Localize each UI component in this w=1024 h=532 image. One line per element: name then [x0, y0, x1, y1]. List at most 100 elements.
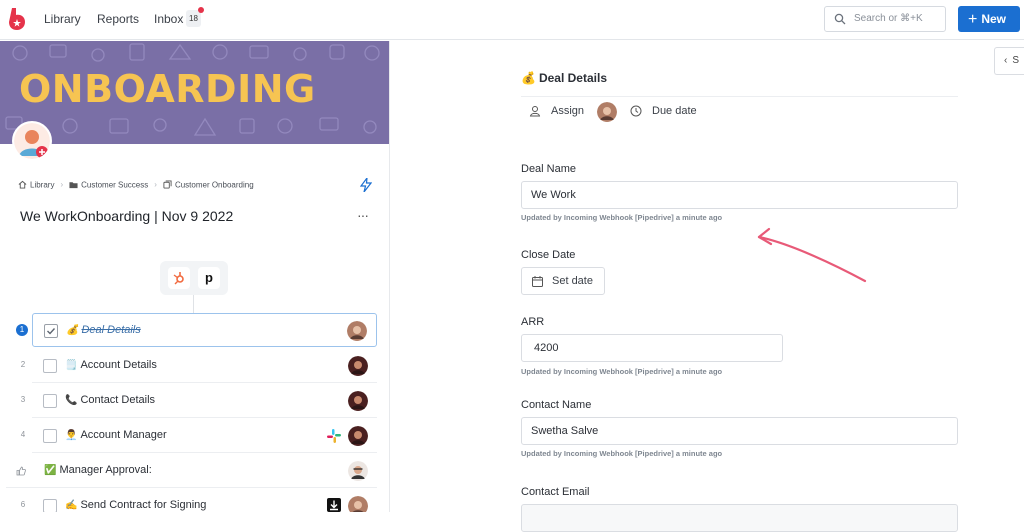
step-label-text: Account Details: [80, 359, 157, 371]
deal-name-label: Deal Name: [521, 163, 577, 175]
assignee-avatar[interactable]: [348, 496, 368, 512]
section-title: 💰 Deal Details: [521, 71, 607, 85]
deal-name-field[interactable]: We Work: [521, 181, 958, 209]
cover-banner: ONBOARDING: [0, 41, 389, 144]
set-date-label: Set date: [552, 275, 593, 287]
contact-email-field[interactable]: [521, 504, 958, 532]
step-label: 📞 Contact Details: [65, 394, 155, 406]
checklist-item[interactable]: 1 💰 Deal Details: [16, 313, 377, 347]
search-icon: [834, 13, 846, 25]
more-options-button[interactable]: ···: [357, 207, 369, 223]
contact-email-label: Contact Email: [521, 486, 590, 498]
chevron-right-icon: ›: [60, 180, 64, 190]
collapse-label: S: [1012, 55, 1020, 66]
manager-icon: 👨‍💼: [65, 430, 78, 441]
step-label-text: Account Manager: [80, 429, 167, 441]
new-button[interactable]: + New: [958, 6, 1020, 32]
inbox-count-badge[interactable]: 18: [186, 7, 204, 27]
assignee-avatar[interactable]: [348, 356, 368, 376]
search-placeholder: Search or ⌘+K: [854, 13, 923, 24]
due-date-button[interactable]: Due date: [652, 105, 697, 117]
hubspot-icon[interactable]: [168, 267, 190, 289]
step-checkbox[interactable]: [44, 324, 58, 338]
step-label: 💰 Deal Details: [66, 324, 141, 336]
nav-inbox-link[interactable]: Inbox: [154, 12, 183, 26]
check-mark-button-icon: ✅: [44, 465, 57, 476]
section-title-text: Deal Details: [538, 71, 607, 85]
connector-line: [193, 295, 194, 313]
plus-icon: +: [968, 11, 978, 28]
step-number: 3: [20, 395, 26, 404]
top-navigation-bar: Library Reports Inbox 18 Search or ⌘+K +…: [0, 0, 1024, 40]
chevron-left-icon: ‹: [1004, 55, 1008, 66]
money-bag-icon: 💰: [66, 325, 79, 336]
assignee-avatar[interactable]: [347, 321, 367, 341]
chevron-right-icon: ›: [154, 180, 157, 190]
breadcrumb-template[interactable]: Customer Onboarding: [175, 180, 254, 189]
set-date-button[interactable]: Set date: [521, 267, 605, 295]
page-title: We WorkOnboarding | Nov 9 2022: [20, 208, 234, 224]
breadcrumb: Library › Customer Success › Customer Onbo…: [18, 180, 254, 189]
step-checkbox[interactable]: [43, 499, 57, 512]
step-number: 6: [20, 500, 26, 509]
arr-update-note: Updated by Incoming Webhook [Pipedrive] …: [521, 367, 723, 376]
copy-icon: [163, 180, 172, 189]
breadcrumb-library[interactable]: Library: [30, 180, 54, 189]
thumbs-up-icon: [16, 466, 26, 476]
folder-icon: [69, 182, 78, 189]
inbox-count: 18: [189, 14, 198, 23]
step-checkbox[interactable]: [43, 394, 57, 408]
step-label-text: Manager Approval:: [59, 464, 152, 476]
contact-name-update-note: Updated by Incoming Webhook [Pipedrive] …: [521, 449, 723, 458]
step-label: ✅ Manager Approval:: [44, 464, 152, 476]
clock-icon[interactable]: [630, 105, 642, 117]
arr-field[interactable]: 4200: [521, 334, 783, 362]
divider: [521, 96, 958, 97]
assignee-avatar[interactable]: [348, 426, 368, 446]
user-avatar-icon: [14, 123, 50, 159]
money-bag-icon: 💰: [521, 71, 536, 85]
contact-name-field[interactable]: Swetha Salve: [521, 417, 958, 445]
step-label: 🗒️ Account Details: [65, 359, 157, 371]
notepad-icon: 🗒️: [65, 360, 78, 371]
step-label-text: Deal Details: [81, 324, 141, 336]
process-avatar[interactable]: [12, 121, 52, 161]
slack-icon[interactable]: [327, 429, 341, 443]
logo-icon[interactable]: [9, 8, 25, 30]
banner-title: ONBOARDING: [19, 67, 316, 111]
calendar-icon: [532, 276, 543, 287]
step-checkbox[interactable]: [43, 429, 57, 443]
nav-library-link[interactable]: Library: [44, 12, 81, 26]
assignee-avatar[interactable]: [348, 391, 368, 411]
annotation-arrow: [757, 227, 867, 283]
nav-reports-link[interactable]: Reports: [97, 12, 139, 26]
step-number: 2: [20, 360, 26, 369]
deal-name-update-note: Updated by Incoming Webhook [Pipedrive] …: [521, 213, 723, 222]
integrations-panel: p: [160, 261, 228, 295]
collapse-panel-button[interactable]: ‹ S: [994, 47, 1024, 75]
checklist-item[interactable]: 3 📞 Contact Details: [21, 384, 377, 418]
assign-button[interactable]: Assign: [551, 105, 584, 117]
checklist-item[interactable]: 6 ✍️ Send Contract for Signing: [21, 489, 377, 512]
checklist-item[interactable]: 2 🗒️ Account Details: [21, 349, 377, 383]
search-input[interactable]: Search or ⌘+K: [824, 6, 946, 32]
contact-name-label: Contact Name: [521, 399, 592, 411]
checklist-pane: ONBOARDING Library › Customer Success › Cu…: [0, 41, 390, 512]
approval-item[interactable]: ✅ Manager Approval:: [6, 454, 377, 488]
download-icon[interactable]: [327, 498, 341, 512]
new-button-label: New: [981, 12, 1007, 26]
assignee-avatar[interactable]: [597, 102, 617, 122]
step-checkbox[interactable]: [43, 359, 57, 373]
step-label-text: Contact Details: [80, 394, 156, 406]
writing-hand-icon: ✍️: [65, 500, 78, 511]
phone-icon: 📞: [65, 395, 78, 406]
step-number: 1: [16, 324, 28, 336]
pipedrive-icon[interactable]: p: [198, 267, 220, 289]
user-icon[interactable]: [529, 105, 541, 117]
checklist-item[interactable]: 4 👨‍💼 Account Manager: [21, 419, 377, 453]
step-number: 4: [20, 430, 26, 439]
bolt-icon[interactable]: [360, 178, 372, 192]
step-label: ✍️ Send Contract for Signing: [65, 499, 206, 511]
assignee-avatar[interactable]: [348, 461, 368, 481]
breadcrumb-folder[interactable]: Customer Success: [81, 180, 148, 189]
